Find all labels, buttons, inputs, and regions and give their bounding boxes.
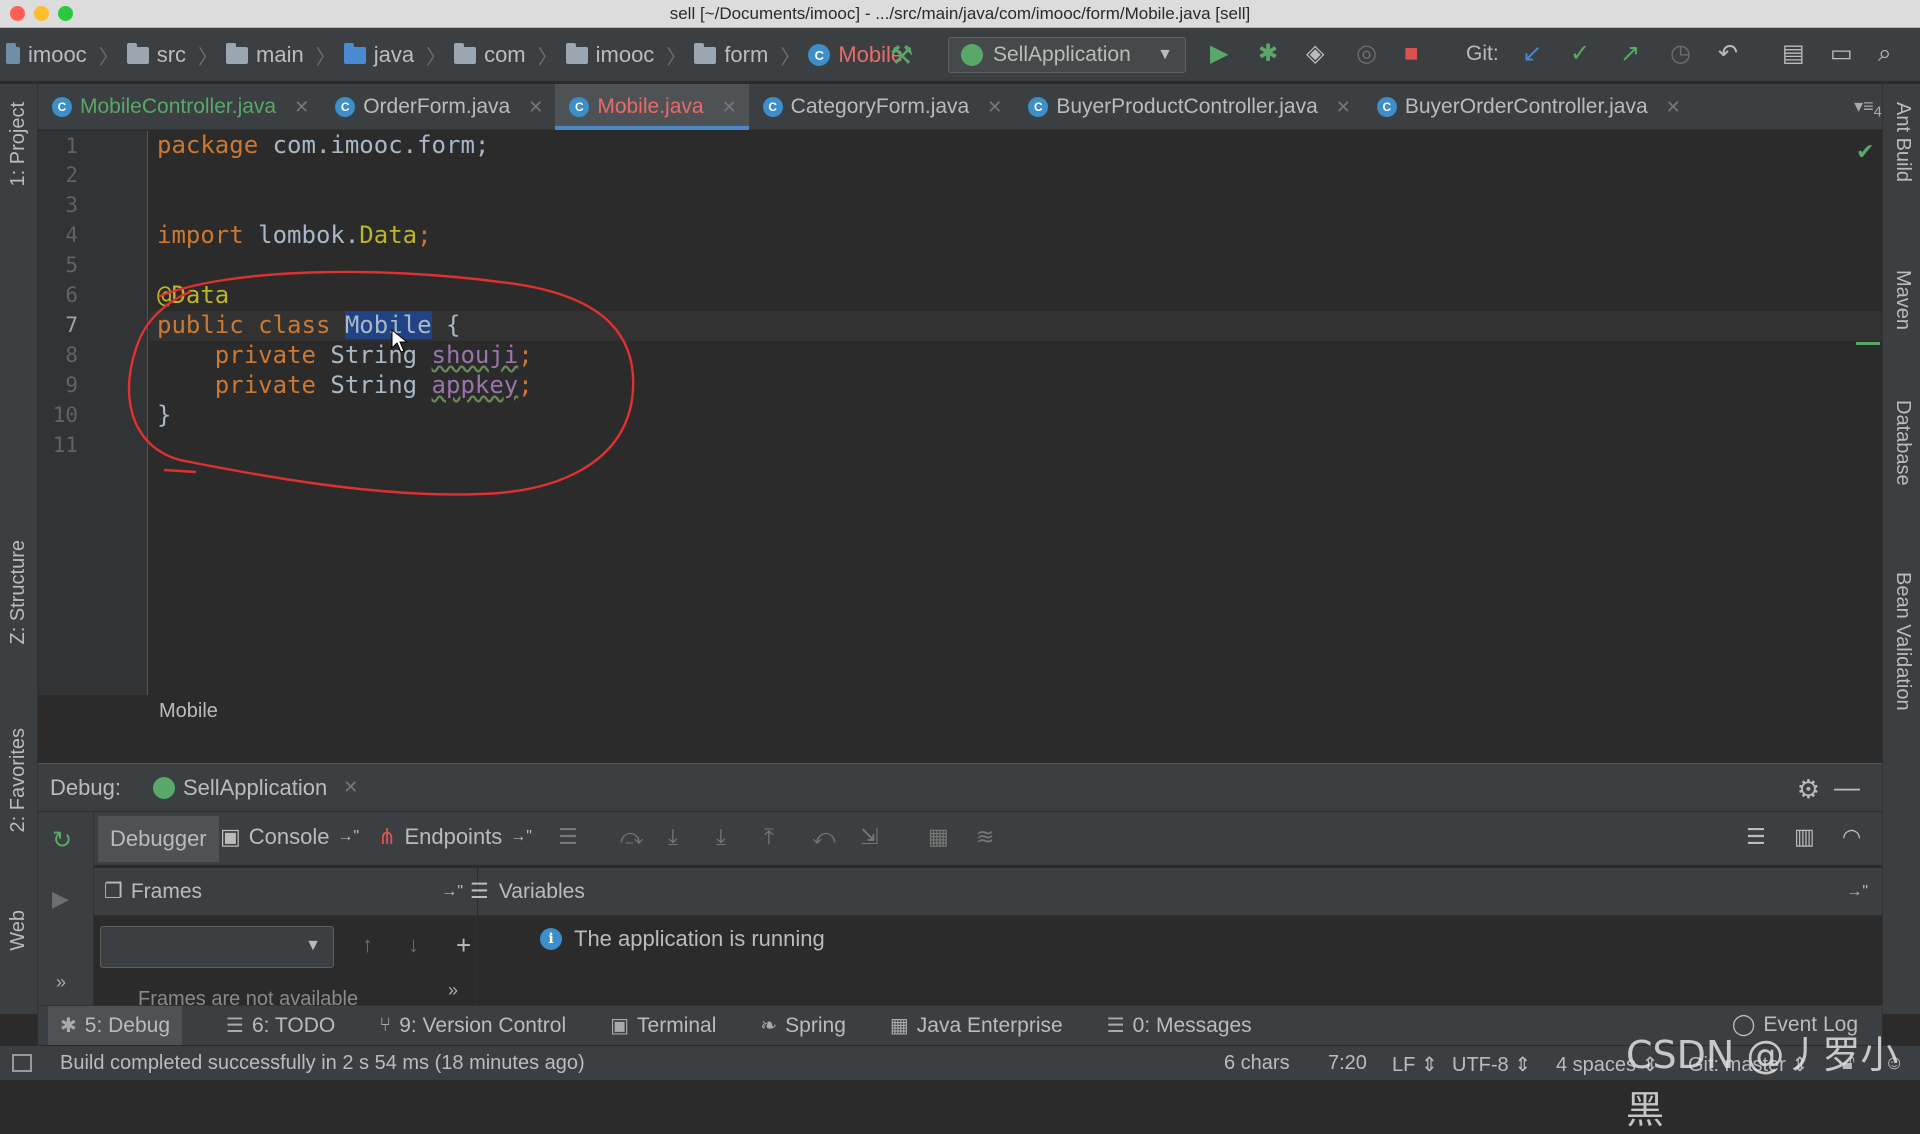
force-step-into-icon[interactable]: ⤓ <box>716 824 726 850</box>
rerun-icon[interactable]: ↻ <box>52 826 72 855</box>
layout-settings-icon[interactable]: ▥ <box>1794 824 1815 850</box>
evaluate-expression-icon[interactable]: ▦ <box>928 824 949 850</box>
drop-frame-icon[interactable]: ⤺ <box>812 824 836 850</box>
variables-header: ☰ Variables →" <box>470 868 1882 916</box>
info-icon: i <box>540 928 562 950</box>
resume-icon[interactable]: ▶ <box>52 886 69 912</box>
variables-panel: ☰ Variables →" » i The application is ru… <box>448 868 1882 1005</box>
spring-boot-icon <box>152 776 175 799</box>
list-icon: ☰ <box>226 1015 244 1037</box>
frames-panel: ❐ Frames →" ▼ ↑ ↓ + Frames are not avail… <box>94 868 477 1010</box>
enterprise-icon: ▦ <box>889 1015 909 1037</box>
bottom-tab-java-enterprise[interactable]: ▦ Java Enterprise <box>890 1013 1063 1038</box>
debug-side-actions: ↻ ▶ » <box>38 812 94 1005</box>
restore-layout-icon[interactable]: ☰ <box>1746 824 1766 850</box>
bottom-tab-terminal[interactable]: ▣ Terminal <box>610 1013 716 1038</box>
terminal-icon: ▣ <box>610 1015 630 1037</box>
tab-label: Terminal <box>637 1013 717 1037</box>
tab-label: Endpoints <box>404 824 503 849</box>
chevron-down-icon: ▼ <box>305 937 321 954</box>
step-out-icon[interactable]: ⤒ <box>764 824 774 850</box>
debug-label: Debug: <box>50 774 121 800</box>
up-arrow-icon[interactable]: ↑ <box>362 932 373 958</box>
variables-icon: ☰ <box>470 880 489 903</box>
step-over-icon[interactable]: ⤼ <box>620 824 644 850</box>
tab-label: Console <box>248 824 330 849</box>
endpoints-icon: ⋔ <box>378 824 397 849</box>
bottom-tab-spring[interactable]: ❧ Spring <box>760 1013 845 1038</box>
status-selection-count: 6 chars <box>1224 1052 1290 1074</box>
close-icon[interactable]: ✕ <box>343 777 358 798</box>
tab-console[interactable]: ▣ Console →" <box>220 824 359 850</box>
speedometer-icon[interactable]: ◠ <box>1842 824 1861 850</box>
thread-select[interactable]: ▼ <box>100 926 334 968</box>
frames-header: ❐ Frames →" <box>94 868 477 916</box>
tab-debugger[interactable]: Debugger <box>98 816 219 862</box>
pin-arrow-icon: →" <box>337 828 360 845</box>
tab-label: Debugger <box>110 826 207 851</box>
bottom-tab-messages[interactable]: ☰ 0: Messages <box>1107 1013 1252 1038</box>
status-message: Build completed successfully in 2 s 54 m… <box>60 1052 585 1074</box>
status-caret-position[interactable]: 7:20 <box>1328 1052 1367 1075</box>
step-into-icon[interactable]: ⤓ <box>668 824 678 850</box>
frames-title: Frames <box>130 879 203 903</box>
messages-icon: ☰ <box>1106 1015 1125 1037</box>
minimize-icon[interactable]: — <box>1834 772 1860 803</box>
frames-icon: ❐ <box>104 880 123 903</box>
watermark: CSDN @丿罗小黑 <box>1626 1033 1899 1132</box>
pin-arrow-icon: →" <box>510 828 532 845</box>
vcs-icon: ⑂ <box>379 1014 392 1036</box>
down-arrow-icon[interactable]: ↓ <box>408 932 419 958</box>
line-separator-value: LF <box>1392 1054 1416 1076</box>
more-actions-icon[interactable]: » <box>448 980 458 1001</box>
variables-title: Variables <box>498 879 585 903</box>
debug-toolbar: Debugger ▣ Console →" ⋔ Endpoints →" ☰ ⤼ ⤓ ⤓… <box>38 812 1882 866</box>
bottom-tool-tabs: ✱ 5: Debug ☰ 6: TODO ⑂ 9: Version Control ▣… <box>38 1005 1882 1046</box>
encoding-value: UTF-8 <box>1452 1054 1509 1076</box>
updown-icon: ⇕ <box>1514 1054 1531 1076</box>
bottom-tab-version-control[interactable]: ⑂ 9: Version Control <box>379 1014 566 1038</box>
tab-label: 9: Version Control <box>399 1013 567 1037</box>
status-line-separator[interactable]: LF ⇕ <box>1392 1052 1438 1077</box>
show-execution-point-icon[interactable]: ☰ <box>558 824 578 850</box>
tab-label: Spring <box>785 1013 846 1037</box>
bottom-tab-debug[interactable]: ✱ 5: Debug <box>48 1005 182 1046</box>
add-icon[interactable]: + <box>456 930 471 961</box>
gear-icon[interactable]: ⚙ <box>1797 774 1820 805</box>
run-to-cursor-icon[interactable]: ⇲ <box>860 824 878 850</box>
tab-label: 6: TODO <box>251 1013 336 1037</box>
indent-value: 4 spaces <box>1556 1054 1637 1076</box>
tab-endpoints[interactable]: ⋔ Endpoints →" <box>378 824 532 850</box>
debug-window-header: Debug: SellApplication ✕ ⚙ — <box>38 763 1882 811</box>
spring-icon: ❧ <box>760 1015 778 1037</box>
more-actions-icon[interactable]: » <box>56 972 66 993</box>
updown-icon: ⇕ <box>1420 1054 1438 1076</box>
debug-session-tab[interactable]: SellApplication ✕ <box>152 774 358 801</box>
bug-icon: ✱ <box>60 1015 77 1037</box>
tool-windows-toggle-icon[interactable] <box>12 1054 32 1072</box>
application-running-message: i The application is running <box>540 926 825 952</box>
debug-session-label: SellApplication <box>182 774 328 800</box>
trace-stream-icon[interactable]: ≋ <box>976 824 994 850</box>
running-message-text: The application is running <box>574 926 825 951</box>
tab-label: 5: Debug <box>84 1013 170 1037</box>
pin-arrow-icon[interactable]: →" <box>1846 883 1868 901</box>
bottom-tab-todo[interactable]: ☰ 6: TODO <box>226 1013 335 1038</box>
tab-label: 0: Messages <box>1132 1013 1252 1037</box>
tab-label: Java Enterprise <box>916 1013 1063 1037</box>
status-encoding[interactable]: UTF-8 ⇕ <box>1452 1052 1531 1077</box>
pin-arrow-icon[interactable]: →" <box>441 883 463 901</box>
console-icon: ▣ <box>220 824 241 849</box>
